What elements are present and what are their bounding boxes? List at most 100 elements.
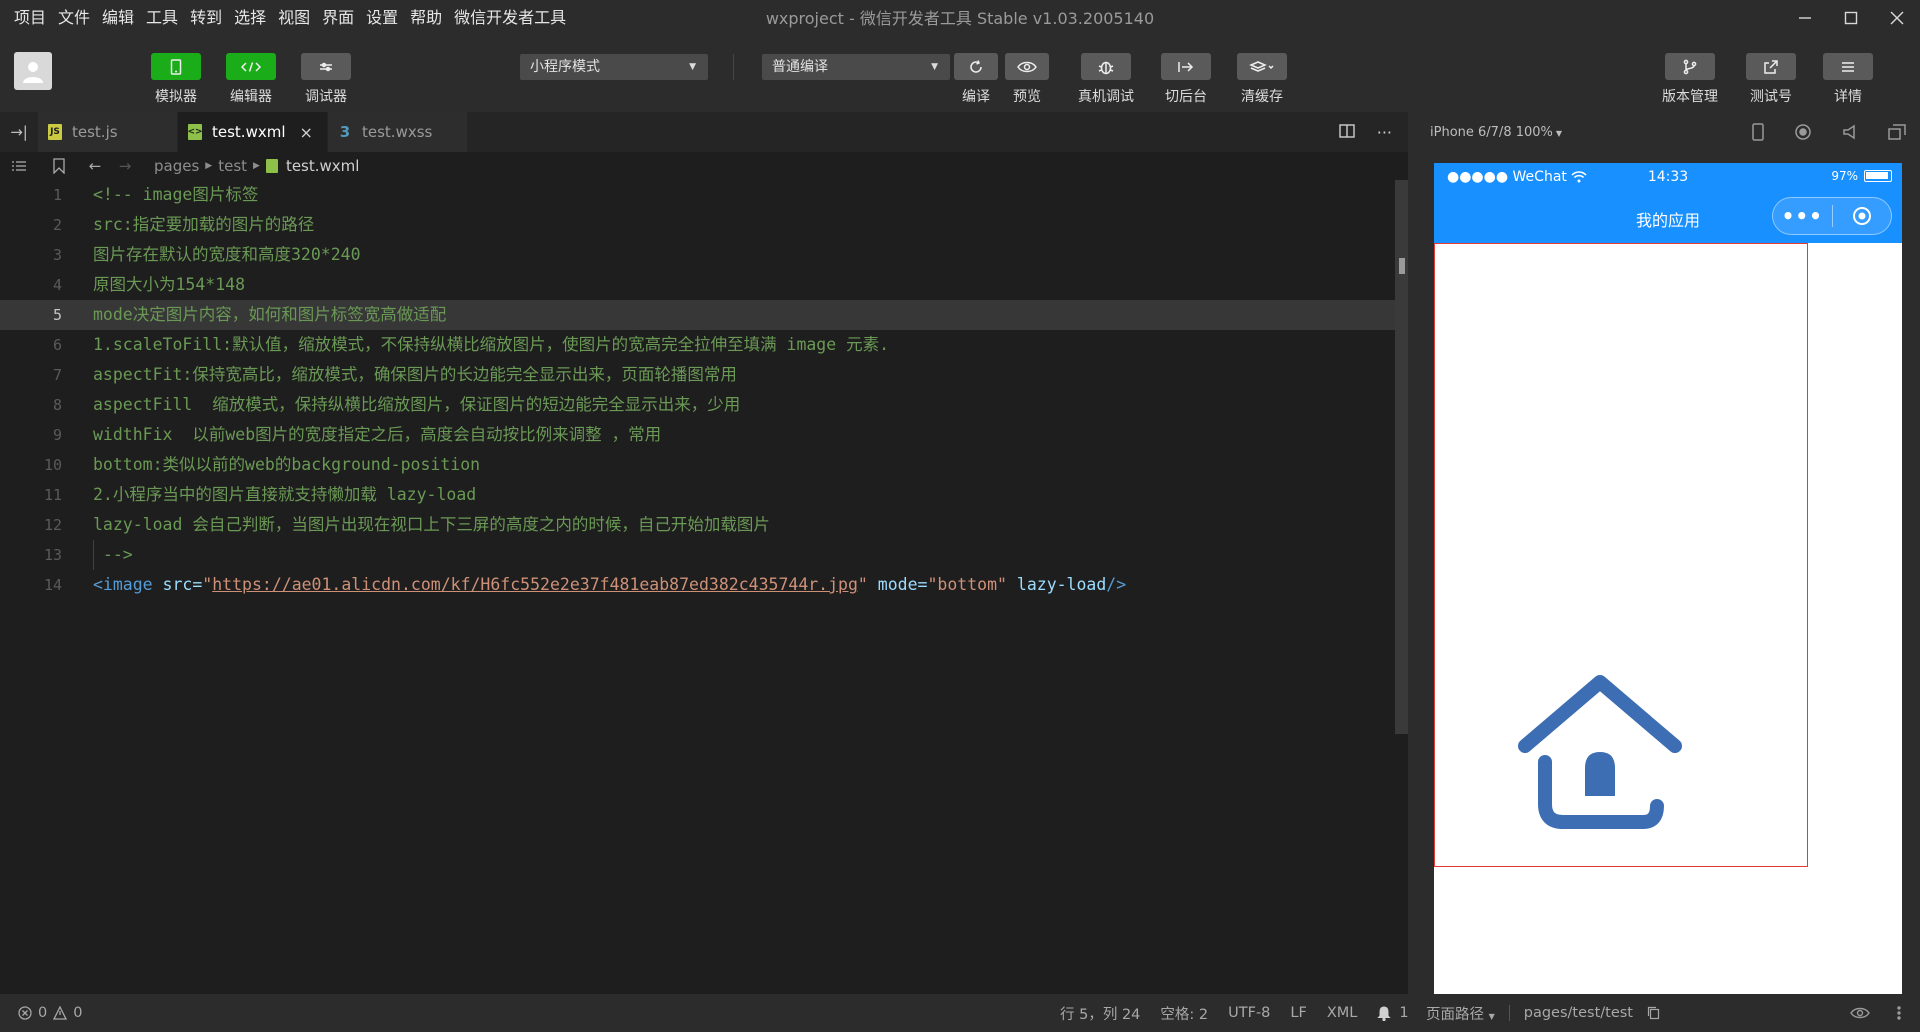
clear-cache-button[interactable]	[1237, 53, 1287, 80]
details-label: 详情	[1834, 89, 1862, 105]
editor-button[interactable]	[226, 53, 276, 80]
breadcrumb-file[interactable]: test.wxml	[286, 157, 360, 175]
menu-view[interactable]: 视图	[272, 0, 316, 36]
end-of-line[interactable]: LF	[1290, 1005, 1306, 1021]
code-line: 13 -->	[0, 540, 1395, 570]
close-tab-icon[interactable]: ×	[300, 123, 313, 142]
more-icon[interactable]	[1892, 1006, 1906, 1020]
close-icon	[1890, 11, 1904, 25]
user-icon	[23, 62, 43, 83]
battery-indicator: 97%	[1831, 169, 1892, 183]
breadcrumb-test[interactable]: test	[218, 157, 247, 175]
tab-test-js[interactable]: JS test.js	[38, 112, 178, 152]
menu-edit[interactable]: 编辑	[96, 0, 140, 36]
device-select[interactable]: iPhone 6/7/8 100% ▼	[1430, 125, 1562, 140]
window-controls	[1782, 0, 1920, 36]
menu-tools[interactable]: 工具	[140, 0, 184, 36]
bookmark-icon[interactable]	[44, 158, 74, 174]
background-action[interactable]: 切后台	[1156, 53, 1216, 106]
close-window-button[interactable]	[1874, 0, 1920, 36]
js-file-icon: JS	[48, 124, 62, 140]
notifications[interactable]: 1	[1377, 1005, 1409, 1021]
background-button[interactable]	[1161, 53, 1211, 80]
compile-select[interactable]: 普通编译 ▼	[762, 54, 950, 80]
more-actions-icon[interactable]: ···	[1377, 123, 1392, 142]
code-text: aspectFit:保持宽高比，缩放模式，确保图片的长边能完全显示出来，页面轮播…	[93, 365, 737, 384]
collapse-sidebar-icon[interactable]: →|	[0, 112, 38, 152]
details-button[interactable]	[1823, 53, 1873, 80]
minimize-button[interactable]	[1782, 0, 1828, 36]
rotate-device-icon[interactable]	[1752, 123, 1764, 141]
back-arrow-icon[interactable]: ←	[80, 157, 110, 175]
sound-icon[interactable]	[1842, 124, 1858, 140]
avatar[interactable]	[14, 52, 52, 90]
menu-wechat-devtools[interactable]: 微信开发者工具	[448, 0, 572, 36]
language-mode[interactable]: XML	[1327, 1005, 1358, 1021]
code-token-url[interactable]: https://ae01.alicdn.com/kf/H6fc552e2e37f…	[212, 575, 858, 594]
simulator-button[interactable]	[151, 53, 201, 80]
maximize-button[interactable]	[1828, 0, 1874, 36]
remote-debug-button[interactable]	[1081, 53, 1131, 80]
sliders-icon	[320, 62, 332, 71]
page-path-select[interactable]: 页面路径 ▼	[1426, 1003, 1495, 1024]
popout-icon[interactable]	[1888, 124, 1906, 140]
phone-screen[interactable]: ●●●●● WeChat 14:33 97% 我的应用 •••	[1434, 163, 1902, 994]
clear-cache-action[interactable]: 清缓存	[1232, 53, 1292, 106]
menu-settings[interactable]: 设置	[360, 0, 404, 36]
menu-file[interactable]: 文件	[52, 0, 96, 36]
copy-icon[interactable]	[1647, 1006, 1660, 1020]
more-options-button[interactable]: •••	[1773, 197, 1832, 235]
code-line: 14 <image src="https://ae01.alicdn.com/k…	[0, 570, 1395, 600]
eye-icon[interactable]	[1850, 1006, 1870, 1020]
menu-project[interactable]: 项目	[8, 0, 52, 36]
tab-label: test.wxss	[362, 123, 433, 141]
encoding[interactable]: UTF-8	[1228, 1005, 1270, 1021]
record-icon[interactable]	[1794, 123, 1812, 141]
remote-debug-action[interactable]: 真机调试	[1076, 53, 1136, 106]
code-line: 1 <!-- image图片标签	[0, 180, 1395, 210]
code-line: 3 图片存在默认的宽度和高度320*240	[0, 240, 1395, 270]
battery-percent: 97%	[1831, 169, 1858, 183]
split-editor-icon[interactable]	[1339, 123, 1355, 142]
menu-interface[interactable]: 界面	[316, 0, 360, 36]
tab-test-wxml[interactable]: <> test.wxml ×	[178, 112, 328, 152]
code-editor[interactable]: 1 <!-- image图片标签 2 src:指定要加载的图片的路径 3 图片存…	[0, 180, 1408, 994]
code-icon	[240, 61, 262, 72]
code-text: <image src="https://ae01.alicdn.com/kf/H…	[93, 570, 1126, 600]
version-action[interactable]: 版本管理	[1660, 53, 1720, 106]
preview-button[interactable]	[1005, 53, 1049, 80]
mode-select[interactable]: 小程序模式 ▼	[520, 54, 708, 80]
code-line: 10 bottom:类似以前的web的background-position	[0, 450, 1395, 480]
battery-icon	[1864, 170, 1892, 182]
debugger-toggle[interactable]: 调试器	[296, 53, 356, 106]
mode-select-value: 小程序模式	[530, 59, 600, 75]
outline-icon[interactable]	[4, 160, 34, 172]
menu-selection[interactable]: 选择	[228, 0, 272, 36]
preview-action[interactable]: 预览	[997, 53, 1057, 106]
forward-arrow-icon[interactable]: →	[110, 157, 140, 175]
compile-button[interactable]	[954, 53, 998, 80]
main-toolbar: 模拟器 编辑器 调试器 小程序模式 ▼ 普通编译 ▼ 编译 预览 真机调试 切后…	[0, 36, 1920, 112]
problems-indicator[interactable]: 0 0	[18, 994, 82, 1032]
layers-icon	[1249, 60, 1274, 72]
cursor-position[interactable]: 行 5，列 24	[1060, 1003, 1140, 1024]
code-line: 2 src:指定要加载的图片的路径	[0, 210, 1395, 240]
test-number-button[interactable]	[1746, 53, 1796, 80]
breadcrumb-pages[interactable]: pages	[154, 157, 199, 175]
tab-test-wxss[interactable]: 3 test.wxss	[328, 112, 468, 152]
menu-goto[interactable]: 转到	[184, 0, 228, 36]
code-line: 11 2.小程序当中的图片直接就支持懒加载 lazy-load	[0, 480, 1395, 510]
version-button[interactable]	[1665, 53, 1715, 80]
details-action[interactable]: 详情	[1818, 53, 1878, 106]
close-miniprogram-button[interactable]	[1832, 205, 1891, 227]
test-number-action[interactable]: 测试号	[1741, 53, 1801, 106]
editor-toggle[interactable]: 编辑器	[221, 53, 281, 106]
line-number: 7	[52, 366, 62, 384]
editor-scrollbar[interactable]	[1395, 180, 1408, 734]
debugger-button[interactable]	[301, 53, 351, 80]
bell-icon	[1377, 1006, 1392, 1021]
code-text: 图片存在默认的宽度和高度320*240	[93, 245, 361, 264]
indentation[interactable]: 空格: 2	[1160, 1003, 1208, 1024]
menu-help[interactable]: 帮助	[404, 0, 448, 36]
simulator-toggle[interactable]: 模拟器	[146, 53, 206, 106]
